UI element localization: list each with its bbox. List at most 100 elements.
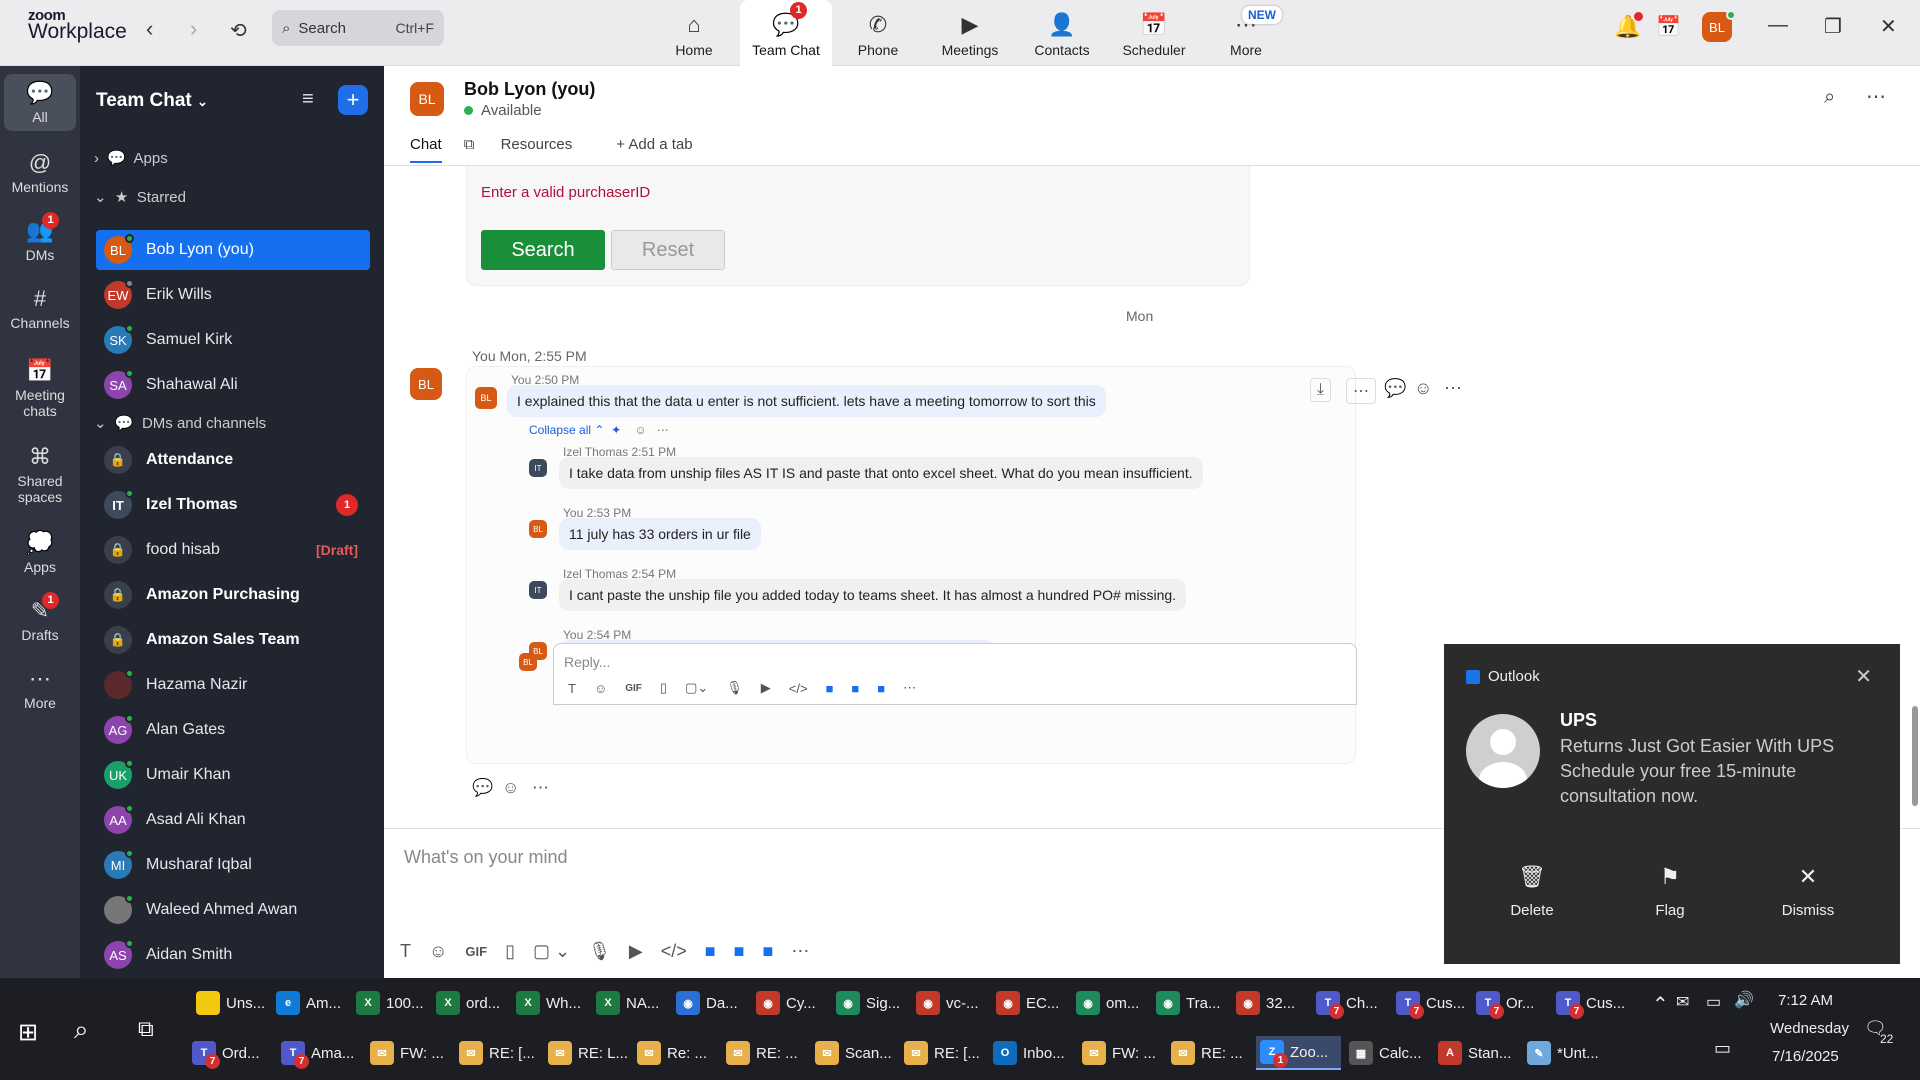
taskbar-app-button[interactable]: T 7 Cus... [1552, 986, 1628, 1020]
taskbar-app-button[interactable]: T 7 Ama... [277, 1036, 362, 1070]
microphone-icon[interactable]: 🎙 [588, 941, 611, 962]
starred-item[interactable]: BL Bob Lyon (you) [96, 230, 370, 270]
taskbar-app-button[interactable]: T 7 Cus... [1392, 986, 1468, 1020]
filter-icon[interactable]: ≡ [302, 88, 314, 111]
calendar-icon[interactable]: 📅 [1656, 14, 1681, 39]
more-icon[interactable]: ⋯ [1346, 378, 1376, 404]
reply-thread-icon[interactable]: 💬 [472, 778, 493, 798]
app-icon-1[interactable]: ■ [826, 681, 834, 696]
gif-icon[interactable]: GIF [625, 683, 642, 694]
taskbar-app-button[interactable]: A Stan... [1434, 1036, 1519, 1070]
reply-thread-icon[interactable]: 💬 [1384, 378, 1406, 399]
apps-section[interactable]: › 💬 Apps [94, 149, 168, 167]
taskbar-app-button[interactable]: T 7 Or... [1472, 986, 1548, 1020]
taskbar-app-button[interactable]: ✉ RE: ... [722, 1036, 807, 1070]
search-input[interactable]: ⌕ Search Ctrl+F [272, 10, 444, 46]
taskbar-app-button[interactable]: T 7 Ord... [188, 1036, 273, 1070]
collapse-all-link[interactable]: Collapse all ⌃ ✦ ☺ ⋯ [529, 423, 669, 437]
channel-item[interactable]: 🔒 food hisab [Draft] [96, 530, 370, 570]
taskbar-app-button[interactable]: ◉ Tra... [1152, 986, 1228, 1020]
rail-channels[interactable]: # Channels [0, 280, 80, 337]
taskbar-app-button[interactable]: ▦ Calc... [1345, 1036, 1430, 1070]
add-reaction-icon[interactable]: ☺ [1414, 378, 1432, 399]
close-icon[interactable]: ✕ [1855, 664, 1872, 689]
taskbar-app-button[interactable]: ✉ RE: [... [900, 1036, 985, 1070]
battery-icon[interactable]: ▭ [1706, 992, 1721, 1012]
more-icon[interactable]: ⋯ [1444, 378, 1462, 399]
dm-item[interactable]: UK Umair Khan [96, 755, 370, 795]
format-text-icon[interactable]: T [568, 681, 576, 696]
more-icon[interactable]: ⋯ [903, 680, 916, 696]
dm-item[interactable]: AG Alan Gates [96, 710, 370, 750]
search-icon[interactable]: ⌕ [74, 1014, 89, 1046]
taskbar-app-button[interactable]: ✉ FW: ... [1078, 1036, 1163, 1070]
format-text-icon[interactable]: T [400, 941, 411, 962]
app-icon-2[interactable]: ■ [851, 681, 859, 696]
tab-chat[interactable]: Chat [410, 136, 442, 163]
taskbar-app-button[interactable]: ✉ RE: ... [1167, 1036, 1252, 1070]
windows-start-icon[interactable]: ⊞ [18, 1018, 38, 1047]
taskbar-app-button[interactable]: ◉ Sig... [832, 986, 908, 1020]
dms-section[interactable]: ⌄ 💬 DMs and channels [94, 414, 266, 432]
file-icon[interactable]: ▯ [505, 941, 515, 962]
chevron-up-icon[interactable]: ⌃ [1652, 992, 1669, 1017]
add-tab-button[interactable]: + Add a tab [616, 136, 714, 163]
taskbar-app-button[interactable]: ✉ Re: ... [633, 1036, 718, 1070]
more-icon[interactable]: ⋯ [791, 941, 809, 962]
tab-contacts[interactable]: 👤 Contacts [1016, 0, 1108, 66]
rail-more[interactable]: ⋯ More [0, 660, 80, 717]
app-icon-1[interactable]: ■ [705, 941, 716, 962]
more-icon[interactable]: ⋯ [532, 778, 549, 798]
taskbar-app-button[interactable]: Z 1 Zoo... [1256, 1036, 1341, 1070]
taskbar-app-button[interactable]: X NA... [592, 986, 668, 1020]
dm-item[interactable]: MI Musharaf Iqbal [96, 845, 370, 885]
dm-item[interactable]: IT Izel Thomas 1 [96, 485, 370, 525]
scrollbar[interactable] [1912, 706, 1918, 806]
dm-item[interactable]: AS Aidan Smith [96, 935, 370, 975]
outlook-notification[interactable]: Outlook ✕ UPS Returns Just Got Easier Wi… [1444, 644, 1900, 964]
task-view-icon[interactable]: ⧉ [138, 1016, 154, 1042]
compose-input[interactable]: What's on your mind [404, 847, 568, 868]
taskbar-app-button[interactable]: ◉ 32... [1232, 986, 1308, 1020]
history-icon[interactable]: ⟲ [230, 18, 247, 43]
reply-message[interactable]: 11 july has 33 orders in ur file [559, 518, 761, 550]
emoji-icon[interactable]: ☺ [429, 941, 447, 962]
taskbar-app-button[interactable]: ◉ om... [1072, 986, 1148, 1020]
sidebar-title[interactable]: Team Chat ⌄ [96, 90, 208, 112]
tab-phone[interactable]: ✆ Phone [832, 0, 924, 66]
add-reaction-icon[interactable]: ☺ [502, 778, 519, 798]
taskbar-app-button[interactable]: e Am... [272, 986, 348, 1020]
starred-item[interactable]: SA Shahawal Ali [96, 365, 370, 405]
tab-more[interactable]: ⋯ More NEW [1200, 0, 1292, 66]
video-icon[interactable]: ▶ [629, 941, 643, 962]
reply-message[interactable]: I take data from unship files AS IT IS a… [559, 457, 1203, 489]
display-icon[interactable]: ▭ [1714, 1038, 1731, 1059]
tab-scheduler[interactable]: 📅 Scheduler [1108, 0, 1200, 66]
dismiss-button[interactable]: ✕ Dismiss [1748, 864, 1868, 919]
code-icon[interactable]: </> [661, 941, 687, 962]
rail-mentions[interactable]: @ Mentions [0, 144, 80, 201]
dm-item[interactable]: Waleed Ahmed Awan [96, 890, 370, 930]
taskbar-app-button[interactable]: ◉ Cy... [752, 986, 828, 1020]
video-icon[interactable]: ▶ [761, 680, 771, 696]
tab-home[interactable]: ⌂ Home [648, 0, 740, 66]
taskbar-app-button[interactable]: T 7 Ch... [1312, 986, 1388, 1020]
clock-time[interactable]: 7:12 AM [1778, 992, 1833, 1009]
taskbar-app-button[interactable]: ✉ RE: L... [544, 1036, 629, 1070]
dm-item[interactable]: AA Asad Ali Khan [96, 800, 370, 840]
delete-button[interactable]: 🗑 Delete [1472, 864, 1592, 919]
taskbar-app-button[interactable]: X Wh... [512, 986, 588, 1020]
mail-icon[interactable]: ✉ [1676, 992, 1689, 1012]
back-arrow-icon[interactable]: ‹ [146, 16, 153, 42]
taskbar-app-button[interactable]: X 100... [352, 986, 428, 1020]
taskbar-app-button[interactable]: ✎ *Unt... [1523, 1036, 1608, 1070]
rail-drafts[interactable]: ✎ Drafts 1 [0, 592, 80, 649]
new-chat-button[interactable]: + [338, 85, 368, 115]
screenshot-icon[interactable]: ▢⌄ [685, 680, 708, 696]
forward-arrow-icon[interactable]: › [190, 16, 197, 42]
starred-section[interactable]: ⌄ ★ Starred [94, 188, 186, 206]
taskbar-app-button[interactable]: ✉ RE: [... [455, 1036, 540, 1070]
minimize-icon[interactable]: — [1768, 14, 1788, 37]
screenshot-icon[interactable]: ▢ ⌄ [533, 941, 570, 962]
rail-all[interactable]: 💬 All [4, 74, 76, 131]
